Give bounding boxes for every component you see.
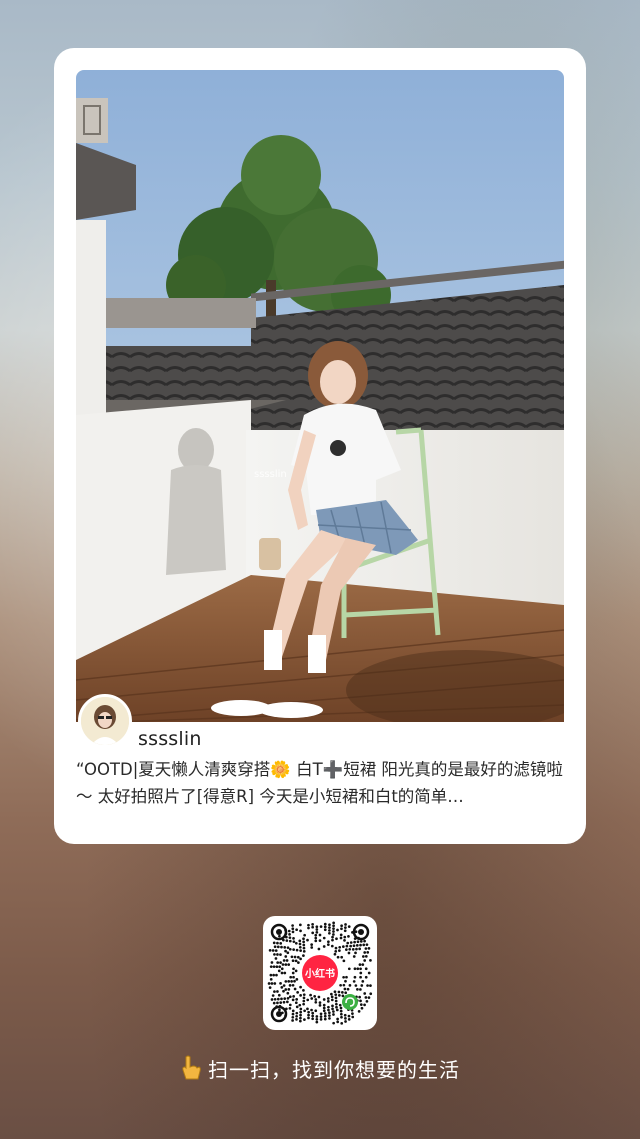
username[interactable]: sssslin (138, 728, 202, 750)
qr-code: 小红书 (263, 916, 377, 1030)
post-description: “OOTD|夏天懒人清爽穿搭🌼 白T➕短裙 阳光真的是最好的滤镜啦～ 太好拍照片… (76, 760, 563, 806)
share-card: sssslin sssslin “OOTD|夏天懒人清爽穿搭🌼 白T➕短裙 阳光… (54, 48, 586, 844)
post-photo[interactable]: sssslin (76, 70, 564, 722)
tagline-text: 扫一扫，找到你想要的生活 (208, 1058, 460, 1082)
mini-program-icon (342, 994, 358, 1010)
photo-watermark: sssslin (254, 469, 287, 480)
qr-badge-label: 小红书 (304, 967, 335, 980)
footer-tagline: 扫一扫，找到你想要的生活 (0, 1054, 640, 1083)
avatar[interactable] (78, 694, 132, 748)
pointing-down-hand-icon (182, 1055, 201, 1080)
